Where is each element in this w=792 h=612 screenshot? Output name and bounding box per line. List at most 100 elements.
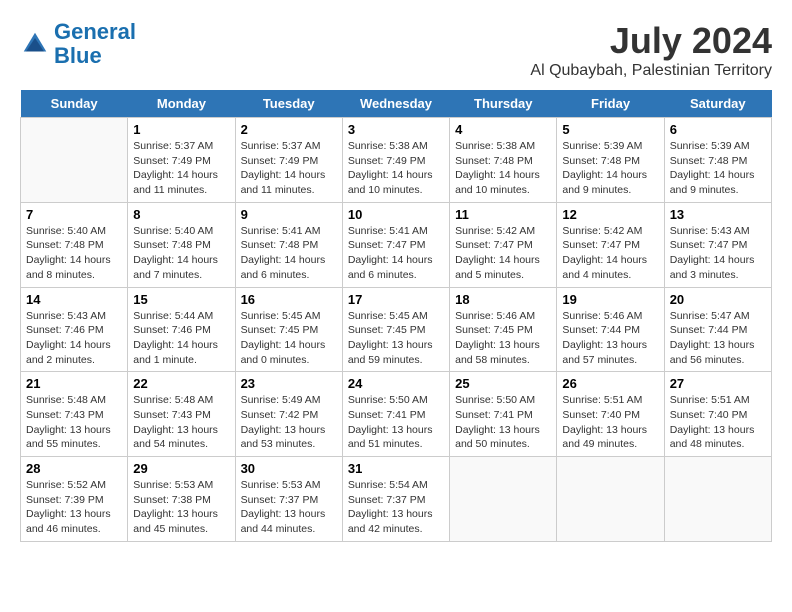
calendar-cell: 1 Sunrise: 5:37 AMSunset: 7:49 PMDaylight… bbox=[128, 118, 235, 203]
day-info: Sunrise: 5:47 AMSunset: 7:44 PMDaylight:… bbox=[670, 309, 766, 368]
day-info: Sunrise: 5:45 AMSunset: 7:45 PMDaylight:… bbox=[241, 309, 337, 368]
week-row-2: 14Sunrise: 5:43 AMSunset: 7:46 PMDayligh… bbox=[21, 287, 772, 372]
page-header: General Blue July 2024 Al Qubaybah, Pale… bbox=[20, 20, 772, 80]
day-number: 21 bbox=[26, 376, 122, 391]
calendar-cell: 31 Sunrise: 5:54 AMSunset: 7:37 PMDayligh… bbox=[342, 457, 449, 542]
weekday-header-saturday: Saturday bbox=[664, 90, 771, 118]
day-info: Sunrise: 5:50 AMSunset: 7:41 PMDaylight:… bbox=[348, 393, 444, 452]
weekday-header-row: SundayMondayTuesdayWednesdayThursdayFrid… bbox=[21, 90, 772, 118]
day-info: Sunrise: 5:54 AMSunset: 7:37 PMDaylight:… bbox=[348, 478, 444, 537]
day-info: Sunrise: 5:50 AMSunset: 7:41 PMDaylight:… bbox=[455, 393, 551, 452]
day-info: Sunrise: 5:46 AMSunset: 7:44 PMDaylight:… bbox=[562, 309, 658, 368]
day-info: Sunrise: 5:38 AMSunset: 7:49 PMDaylight:… bbox=[348, 139, 444, 198]
weekday-header-wednesday: Wednesday bbox=[342, 90, 449, 118]
day-number: 25 bbox=[455, 376, 551, 391]
calendar-cell: 2 Sunrise: 5:37 AMSunset: 7:49 PMDaylight… bbox=[235, 118, 342, 203]
day-info: Sunrise: 5:39 AMSunset: 7:48 PMDaylight:… bbox=[670, 139, 766, 198]
calendar-cell: 14Sunrise: 5:43 AMSunset: 7:46 PMDayligh… bbox=[21, 287, 128, 372]
day-info: Sunrise: 5:37 AMSunset: 7:49 PMDaylight:… bbox=[241, 139, 337, 198]
calendar-cell: 11Sunrise: 5:42 AMSunset: 7:47 PMDayligh… bbox=[450, 202, 557, 287]
calendar-cell: 15 Sunrise: 5:44 AMSunset: 7:46 PMDayligh… bbox=[128, 287, 235, 372]
day-number: 27 bbox=[670, 376, 766, 391]
week-row-0: 1 Sunrise: 5:37 AMSunset: 7:49 PMDaylight… bbox=[21, 118, 772, 203]
day-info: Sunrise: 5:38 AMSunset: 7:48 PMDaylight:… bbox=[455, 139, 551, 198]
calendar-cell: 25 Sunrise: 5:50 AMSunset: 7:41 PMDayligh… bbox=[450, 372, 557, 457]
day-number: 12 bbox=[562, 207, 658, 222]
calendar-cell: 16Sunrise: 5:45 AMSunset: 7:45 PMDayligh… bbox=[235, 287, 342, 372]
week-row-3: 21 Sunrise: 5:48 AMSunset: 7:43 PMDayligh… bbox=[21, 372, 772, 457]
weekday-header-friday: Friday bbox=[557, 90, 664, 118]
day-number: 1 bbox=[133, 122, 229, 137]
calendar-cell: 29Sunrise: 5:53 AMSunset: 7:38 PMDayligh… bbox=[128, 457, 235, 542]
day-number: 18 bbox=[455, 292, 551, 307]
day-info: Sunrise: 5:44 AMSunset: 7:46 PMDaylight:… bbox=[133, 309, 229, 368]
day-info: Sunrise: 5:49 AMSunset: 7:42 PMDaylight:… bbox=[241, 393, 337, 452]
day-info: Sunrise: 5:40 AMSunset: 7:48 PMDaylight:… bbox=[133, 224, 229, 283]
day-number: 15 bbox=[133, 292, 229, 307]
calendar-table: SundayMondayTuesdayWednesdayThursdayFrid… bbox=[20, 90, 772, 542]
location-title: Al Qubaybah, Palestinian Territory bbox=[530, 62, 772, 80]
day-info: Sunrise: 5:37 AMSunset: 7:49 PMDaylight:… bbox=[133, 139, 229, 198]
calendar-cell: 3 Sunrise: 5:38 AMSunset: 7:49 PMDaylight… bbox=[342, 118, 449, 203]
day-number: 23 bbox=[241, 376, 337, 391]
calendar-cell: 18 Sunrise: 5:46 AMSunset: 7:45 PMDayligh… bbox=[450, 287, 557, 372]
logo-line1: General bbox=[54, 19, 136, 44]
day-number: 4 bbox=[455, 122, 551, 137]
day-info: Sunrise: 5:46 AMSunset: 7:45 PMDaylight:… bbox=[455, 309, 551, 368]
calendar-cell: 20 Sunrise: 5:47 AMSunset: 7:44 PMDayligh… bbox=[664, 287, 771, 372]
day-number: 10 bbox=[348, 207, 444, 222]
calendar-cell: 5Sunrise: 5:39 AMSunset: 7:48 PMDaylight… bbox=[557, 118, 664, 203]
day-number: 8 bbox=[133, 207, 229, 222]
weekday-header-monday: Monday bbox=[128, 90, 235, 118]
logo-icon bbox=[20, 29, 50, 59]
calendar-cell: 19 Sunrise: 5:46 AMSunset: 7:44 PMDayligh… bbox=[557, 287, 664, 372]
day-info: Sunrise: 5:53 AMSunset: 7:37 PMDaylight:… bbox=[241, 478, 337, 537]
calendar-cell: 6Sunrise: 5:39 AMSunset: 7:48 PMDaylight… bbox=[664, 118, 771, 203]
day-info: Sunrise: 5:51 AMSunset: 7:40 PMDaylight:… bbox=[562, 393, 658, 452]
calendar-cell bbox=[450, 457, 557, 542]
weekday-header-sunday: Sunday bbox=[21, 90, 128, 118]
day-number: 9 bbox=[241, 207, 337, 222]
day-number: 24 bbox=[348, 376, 444, 391]
day-number: 26 bbox=[562, 376, 658, 391]
day-number: 20 bbox=[670, 292, 766, 307]
calendar-cell: 27 Sunrise: 5:51 AMSunset: 7:40 PMDayligh… bbox=[664, 372, 771, 457]
day-number: 17 bbox=[348, 292, 444, 307]
title-block: July 2024 Al Qubaybah, Palestinian Terri… bbox=[530, 20, 772, 80]
day-info: Sunrise: 5:43 AMSunset: 7:46 PMDaylight:… bbox=[26, 309, 122, 368]
day-number: 2 bbox=[241, 122, 337, 137]
month-title: July 2024 bbox=[530, 20, 772, 62]
calendar-cell bbox=[21, 118, 128, 203]
day-info: Sunrise: 5:48 AMSunset: 7:43 PMDaylight:… bbox=[133, 393, 229, 452]
day-info: Sunrise: 5:51 AMSunset: 7:40 PMDaylight:… bbox=[670, 393, 766, 452]
day-info: Sunrise: 5:45 AMSunset: 7:45 PMDaylight:… bbox=[348, 309, 444, 368]
day-number: 31 bbox=[348, 461, 444, 476]
calendar-cell: 22Sunrise: 5:48 AMSunset: 7:43 PMDayligh… bbox=[128, 372, 235, 457]
day-info: Sunrise: 5:40 AMSunset: 7:48 PMDaylight:… bbox=[26, 224, 122, 283]
day-number: 29 bbox=[133, 461, 229, 476]
day-number: 3 bbox=[348, 122, 444, 137]
day-info: Sunrise: 5:48 AMSunset: 7:43 PMDaylight:… bbox=[26, 393, 122, 452]
calendar-cell: 26 Sunrise: 5:51 AMSunset: 7:40 PMDayligh… bbox=[557, 372, 664, 457]
day-info: Sunrise: 5:43 AMSunset: 7:47 PMDaylight:… bbox=[670, 224, 766, 283]
calendar-cell: 24 Sunrise: 5:50 AMSunset: 7:41 PMDayligh… bbox=[342, 372, 449, 457]
weekday-header-tuesday: Tuesday bbox=[235, 90, 342, 118]
day-number: 28 bbox=[26, 461, 122, 476]
calendar-cell: 30 Sunrise: 5:53 AMSunset: 7:37 PMDayligh… bbox=[235, 457, 342, 542]
day-number: 13 bbox=[670, 207, 766, 222]
calendar-cell bbox=[664, 457, 771, 542]
calendar-cell: 9 Sunrise: 5:41 AMSunset: 7:48 PMDaylight… bbox=[235, 202, 342, 287]
logo: General Blue bbox=[20, 20, 136, 68]
calendar-cell: 28Sunrise: 5:52 AMSunset: 7:39 PMDayligh… bbox=[21, 457, 128, 542]
day-info: Sunrise: 5:41 AMSunset: 7:48 PMDaylight:… bbox=[241, 224, 337, 283]
weekday-header-thursday: Thursday bbox=[450, 90, 557, 118]
day-number: 30 bbox=[241, 461, 337, 476]
logo-line2: Blue bbox=[54, 43, 102, 68]
day-info: Sunrise: 5:41 AMSunset: 7:47 PMDaylight:… bbox=[348, 224, 444, 283]
calendar-cell: 12 Sunrise: 5:42 AMSunset: 7:47 PMDayligh… bbox=[557, 202, 664, 287]
calendar-cell: 4 Sunrise: 5:38 AMSunset: 7:48 PMDaylight… bbox=[450, 118, 557, 203]
day-info: Sunrise: 5:42 AMSunset: 7:47 PMDaylight:… bbox=[562, 224, 658, 283]
day-number: 19 bbox=[562, 292, 658, 307]
calendar-cell: 23 Sunrise: 5:49 AMSunset: 7:42 PMDayligh… bbox=[235, 372, 342, 457]
calendar-cell: 21 Sunrise: 5:48 AMSunset: 7:43 PMDayligh… bbox=[21, 372, 128, 457]
